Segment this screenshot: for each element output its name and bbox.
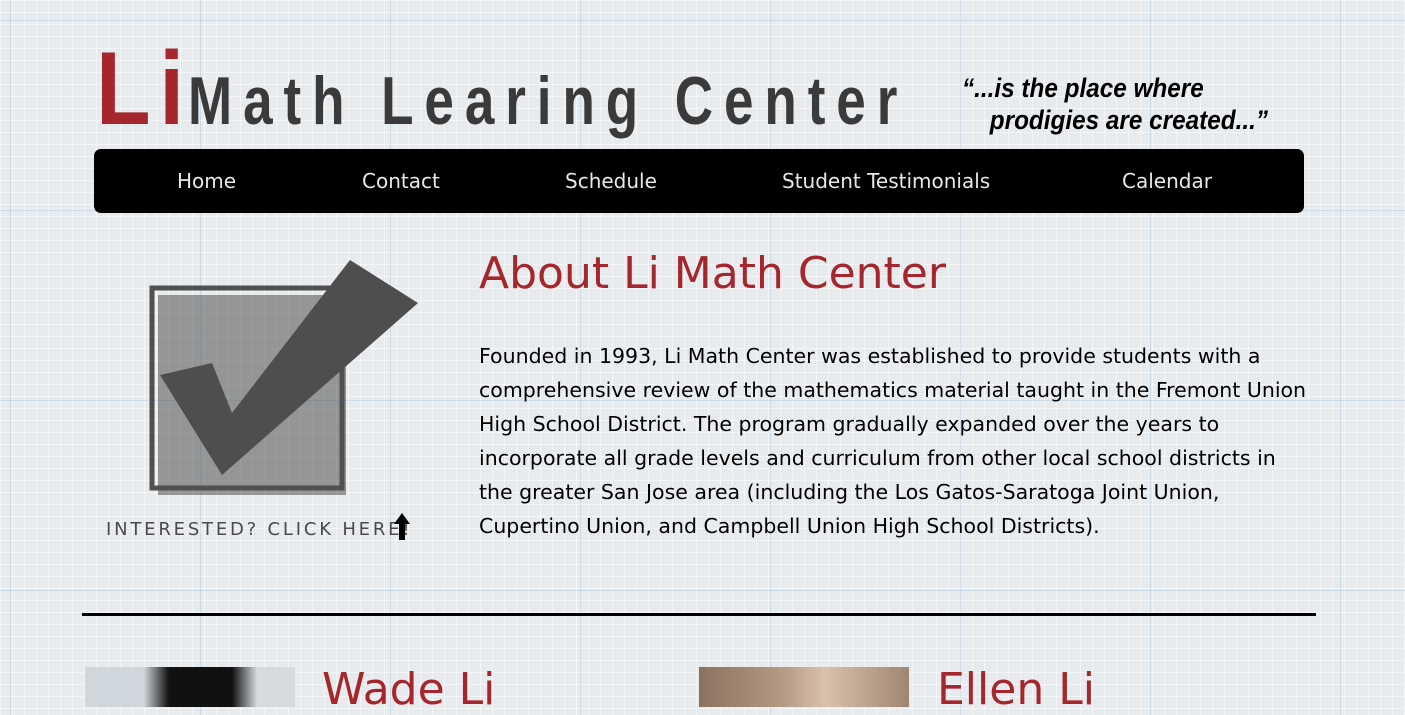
person-name-wade: Wade Li [322,664,496,715]
main-nav: Home Contact Schedule Student Testimonia… [94,149,1304,213]
nav-item-schedule[interactable]: Schedule [565,149,657,213]
site-header: Li Math Learing Center “...is the place … [0,0,1405,145]
logo-li-mark: Li [96,31,193,147]
tagline-line-2: prodigies are created...” [989,105,1268,135]
nav-item-home[interactable]: Home [177,149,236,213]
nav-item-student-testimonials[interactable]: Student Testimonials [782,149,990,213]
tagline: “...is the place where prodigies are cre… [962,72,1268,136]
nav-item-calendar[interactable]: Calendar [1122,149,1212,213]
about-title: About Li Math Center [479,248,946,299]
nav-item-contact[interactable]: Contact [362,149,440,213]
checkmark-box-icon [149,260,418,495]
ellen-li-photo [699,667,909,707]
interested-cta-label: INTERESTED? CLICK HERE! [106,519,413,540]
person-name-ellen: Ellen Li [937,664,1095,715]
wade-li-photo [85,667,295,707]
logo-wordmark: Math Learing Center [188,63,909,139]
section-divider [82,613,1316,616]
tagline-line-1: “...is the place where [962,73,1204,103]
about-paragraph: Founded in 1993, Li Math Center was esta… [479,344,1307,538]
interested-cta-link[interactable]: INTERESTED? CLICK HERE! [100,255,430,550]
arrow-up-icon [394,513,410,540]
